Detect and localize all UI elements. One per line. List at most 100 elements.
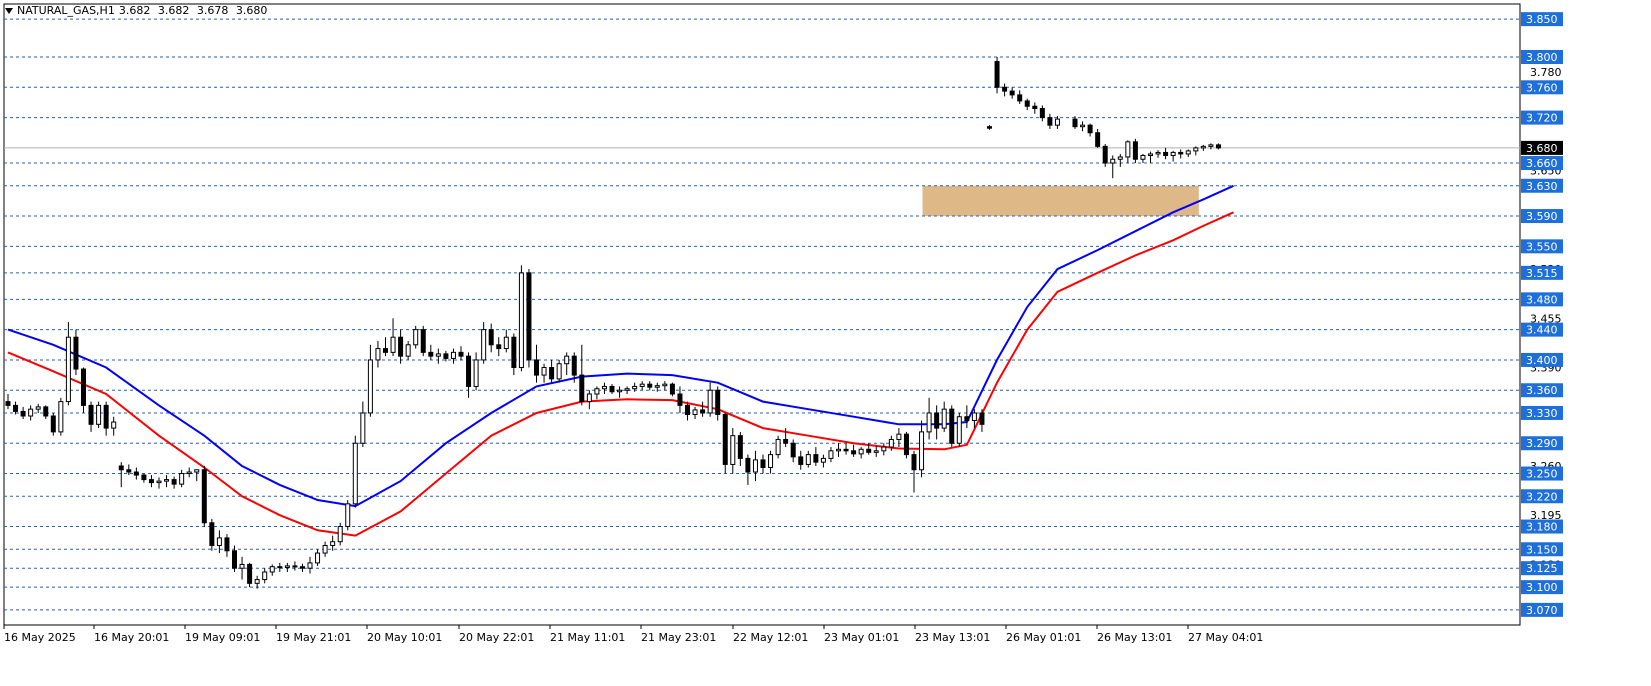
candle-body <box>1155 151 1161 155</box>
candle-body <box>1009 90 1015 96</box>
level-label: 3.250 <box>1526 468 1558 481</box>
candle-body <box>956 416 962 444</box>
candle-body <box>428 351 434 357</box>
candle-body <box>1200 145 1206 149</box>
candle-body <box>367 359 373 414</box>
candle-body <box>1072 118 1078 128</box>
candle-body <box>896 433 902 440</box>
x-tick-label: 19 May 21:01 <box>276 631 351 644</box>
candle-body <box>1002 86 1008 92</box>
candle-body <box>413 329 419 346</box>
candle-body <box>133 471 139 476</box>
level-label: 3.850 <box>1526 13 1558 26</box>
candle <box>337 522 343 546</box>
candle-body <box>549 367 555 380</box>
candle <box>722 412 728 474</box>
candle-body <box>1024 100 1030 107</box>
level-label: 3.440 <box>1526 324 1558 337</box>
x-tick-label: 19 May 09:01 <box>185 631 260 644</box>
y-tick-label: 3.780 <box>1530 66 1562 79</box>
candle-body <box>503 336 509 350</box>
level-label: 3.400 <box>1526 354 1558 367</box>
candle-body <box>866 448 872 453</box>
candle-body <box>13 404 19 412</box>
candle <box>526 269 532 368</box>
x-tick-label: 16 May 20:01 <box>94 631 169 644</box>
candle-body <box>390 336 396 353</box>
candle <box>420 325 426 357</box>
candle-body <box>979 412 985 425</box>
candle-body <box>216 537 222 546</box>
candle-body <box>632 385 638 390</box>
x-tick-label: 26 May 01:01 <box>1006 631 1081 644</box>
candle-body <box>5 401 11 406</box>
candle-body <box>277 566 283 569</box>
level-label: 3.100 <box>1526 581 1558 594</box>
candle-body <box>405 344 411 357</box>
candle-body <box>760 459 766 468</box>
level-label: 3.550 <box>1526 240 1558 253</box>
candle-body <box>307 562 313 569</box>
candle-body <box>1054 118 1060 126</box>
candle-body <box>262 571 268 581</box>
level-label: 3.630 <box>1526 180 1558 193</box>
candle-body <box>473 359 479 387</box>
candle-body <box>232 550 237 569</box>
candle-body <box>73 336 79 370</box>
candle-body <box>1170 151 1176 156</box>
candle-body <box>103 404 109 429</box>
candle-body <box>722 413 728 465</box>
candle-body <box>541 367 547 376</box>
candle-body <box>1087 124 1093 134</box>
candle-body <box>669 383 675 395</box>
candle <box>1132 138 1138 164</box>
menu-triangle-icon[interactable] <box>5 7 13 14</box>
candle <box>775 435 781 459</box>
candle-body <box>1193 147 1199 152</box>
candle <box>1102 144 1108 167</box>
x-tick-label: 23 May 01:01 <box>824 631 899 644</box>
candle-body <box>1163 151 1169 156</box>
candle-body <box>881 446 887 452</box>
candle-body <box>1102 145 1108 164</box>
candle-body <box>269 566 275 573</box>
level-label: 3.220 <box>1526 490 1558 503</box>
candle-body <box>179 473 185 485</box>
candle-body <box>851 450 857 455</box>
candle-body <box>50 415 56 433</box>
candle-body <box>752 459 758 473</box>
candle-body <box>299 566 305 569</box>
candle-body <box>171 479 177 485</box>
candle-body <box>488 329 494 346</box>
chart-header: NATURAL_GAS,H1 3.682 3.682 3.678 3.680 <box>5 4 271 17</box>
candle-body <box>820 457 826 463</box>
candle-body <box>926 412 932 433</box>
plot-frame <box>3 3 1521 626</box>
candle <box>956 412 962 448</box>
candle-body <box>888 438 894 448</box>
candle-body <box>43 406 49 417</box>
candle-body <box>458 351 464 357</box>
support-zone <box>922 185 1199 217</box>
candle-body <box>707 389 713 414</box>
candle-body <box>1039 108 1045 119</box>
candle-body <box>564 355 570 365</box>
candle-body <box>126 469 132 473</box>
candle-body <box>352 442 358 505</box>
candle-body <box>330 541 336 546</box>
candle-body <box>88 404 94 425</box>
low-value: 3.678 <box>196 4 229 17</box>
candle <box>50 412 56 436</box>
candle-body <box>111 421 117 429</box>
candle-body <box>315 552 321 564</box>
candle-body <box>730 435 736 465</box>
current-price-label: 3.680 <box>1526 142 1558 155</box>
symbol-label: NATURAL_GAS,H1 <box>17 4 115 17</box>
candle <box>669 382 675 397</box>
candle-body <box>148 479 154 484</box>
candle-body <box>654 385 660 388</box>
level-label: 3.070 <box>1526 604 1558 617</box>
close-value: 3.680 <box>235 4 268 17</box>
candle <box>903 431 909 459</box>
candle-body <box>692 409 698 415</box>
